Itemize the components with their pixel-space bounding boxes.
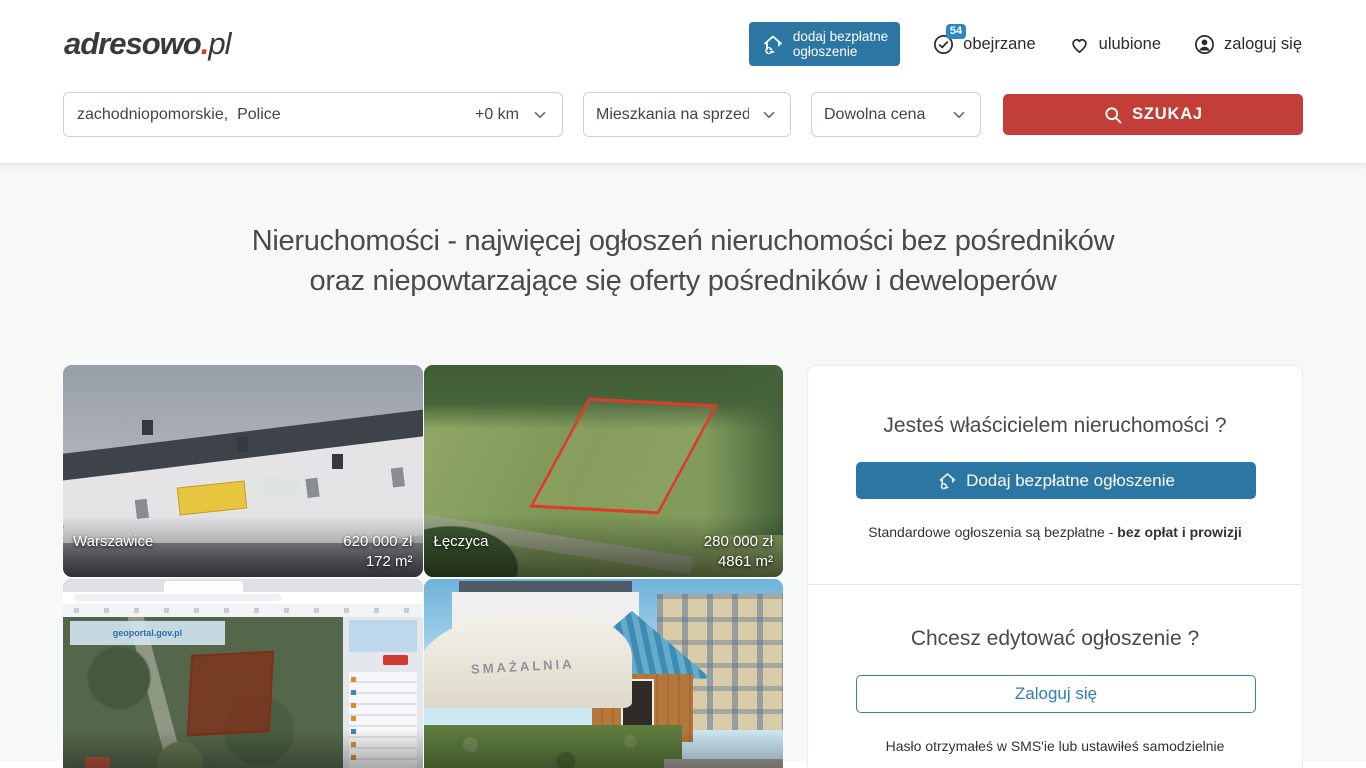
location-input[interactable] [77, 106, 475, 124]
listings-grid: Warszawice 620 000 zł 172 m² [63, 365, 783, 768]
chevron-down-icon [531, 106, 549, 124]
photo-trees [690, 365, 783, 535]
search-button[interactable]: SZUKAJ [1003, 94, 1303, 135]
location-field: +0 km [63, 92, 563, 137]
price-select[interactable]: Dowolna cena [811, 92, 981, 137]
price-value: Dowolna cena [824, 106, 925, 124]
logo-tld: pl [208, 26, 230, 61]
owner-heading: Jesteś właścicielem nieruchomości ? [856, 414, 1254, 438]
owner-note: Standardowe ogłoszenia są bezpłatne - be… [856, 524, 1254, 540]
main-content: Nieruchomości - najwięcej ogłoszeń nieru… [0, 163, 1366, 761]
user-icon [1193, 33, 1216, 56]
chevron-down-icon [950, 106, 968, 124]
logo-brand: adresowo [64, 26, 201, 61]
house-plus-icon [937, 470, 958, 491]
content-row: Warszawice 620 000 zł 172 m² [0, 365, 1366, 768]
photo-url-pill [74, 594, 283, 601]
listing-location: Łęczyca [434, 532, 489, 552]
edit-note: Hasło otrzymałeś w SMS'ie lub ustawiłeś … [856, 738, 1254, 754]
listing-card[interactable]: Łęczyca 280 000 zł 4861 m² [424, 365, 784, 577]
category-select[interactable]: Mieszkania na sprzedaż [583, 92, 791, 137]
listing-location: Warszawice [73, 532, 153, 552]
page: adresowo.pl dodaj bezpłatne ogłoszenie [0, 0, 1366, 768]
logo[interactable]: adresowo.pl [64, 26, 230, 62]
category-value: Mieszkania na sprzedaż [596, 106, 749, 124]
photo-text-geoportal: geoportal.gov.pl [113, 628, 182, 638]
photo-bookmarks [74, 608, 412, 613]
listing-card[interactable]: geoportal.gov.pl Cekanowo, ul. Wiejska [63, 579, 423, 768]
add-listing-label: dodaj bezpłatne ogłoszenie [793, 29, 888, 59]
photo-plot-highlight [187, 651, 274, 736]
viewed-label: obejrzane [963, 35, 1035, 54]
edit-button-label: Zaloguj się [1015, 684, 1097, 704]
sidebar: Jesteś właścicielem nieruchomości ? Doda… [807, 365, 1303, 768]
add-listing-button-sidebar[interactable]: Dodaj bezpłatne ogłoszenie [856, 462, 1256, 499]
photo-geoportal-banner: geoportal.gov.pl [70, 621, 225, 644]
page-title: Nieruchomości - najwięcej ogłoszeń nieru… [0, 221, 1366, 301]
owner-section: Jesteś właścicielem nieruchomości ? Doda… [808, 366, 1302, 584]
listing-area: 172 m² [366, 552, 413, 572]
listing-price: 280 000 zł [704, 532, 773, 552]
owner-button-label: Dodaj bezpłatne ogłoszenie [966, 471, 1175, 491]
edit-section: Chcesz edytować ogłoszenie ? Zaloguj się… [808, 584, 1302, 768]
header-actions: dodaj bezpłatne ogłoszenie 54 obejrzane [749, 22, 1302, 66]
house-plus-icon [761, 32, 785, 56]
header: adresowo.pl dodaj bezpłatne ogłoszenie [0, 0, 1366, 88]
login-label: zaloguj się [1224, 35, 1302, 54]
login-button-sidebar[interactable]: Zaloguj się [856, 675, 1256, 713]
search-button-label: SZUKAJ [1132, 105, 1203, 124]
photo-text-smazalnia: SMAŻALNIA [470, 656, 574, 676]
photo-browser-tab [164, 581, 243, 592]
viewed-count-badge: 54 [946, 24, 966, 39]
photo-browser-tabs [63, 579, 423, 592]
edit-heading: Chcesz edytować ogłoszenie ? [856, 627, 1254, 651]
add-listing-button[interactable]: dodaj bezpłatne ogłoszenie [749, 22, 900, 66]
chevron-down-icon [760, 106, 778, 124]
photo-layer-checkboxes [351, 677, 356, 682]
photo-awning: SMAŻALNIA [424, 615, 633, 708]
search-bar: +0 km Mieszkania na sprzedaż Dowolna cen… [0, 88, 1366, 163]
listing-price: 620 000 zł [343, 532, 412, 552]
favorites-link[interactable]: ulubione [1068, 33, 1161, 56]
radius-select[interactable]: +0 km [475, 106, 549, 124]
heart-icon [1068, 33, 1091, 56]
listing-card[interactable]: SMAŻALNIA Kraków Krowodrza, ul. 850 000 … [424, 579, 784, 768]
search-icon [1103, 105, 1123, 125]
photo-red-button [383, 655, 408, 665]
favorites-label: ulubione [1099, 35, 1161, 54]
listing-card[interactable]: Warszawice 620 000 zł 172 m² [63, 365, 423, 577]
login-link[interactable]: zaloguj się [1193, 33, 1302, 56]
photo-chimneys [142, 420, 153, 435]
photo-minimap [349, 620, 417, 652]
photo-shade [424, 729, 784, 768]
photo-shade [63, 729, 423, 768]
listing-area: 4861 m² [718, 552, 773, 572]
viewed-link[interactable]: 54 obejrzane [932, 33, 1035, 56]
top-area: adresowo.pl dodaj bezpłatne ogłoszenie [0, 0, 1366, 163]
photo-white-sign [260, 473, 302, 498]
radius-value: +0 km [475, 106, 519, 124]
